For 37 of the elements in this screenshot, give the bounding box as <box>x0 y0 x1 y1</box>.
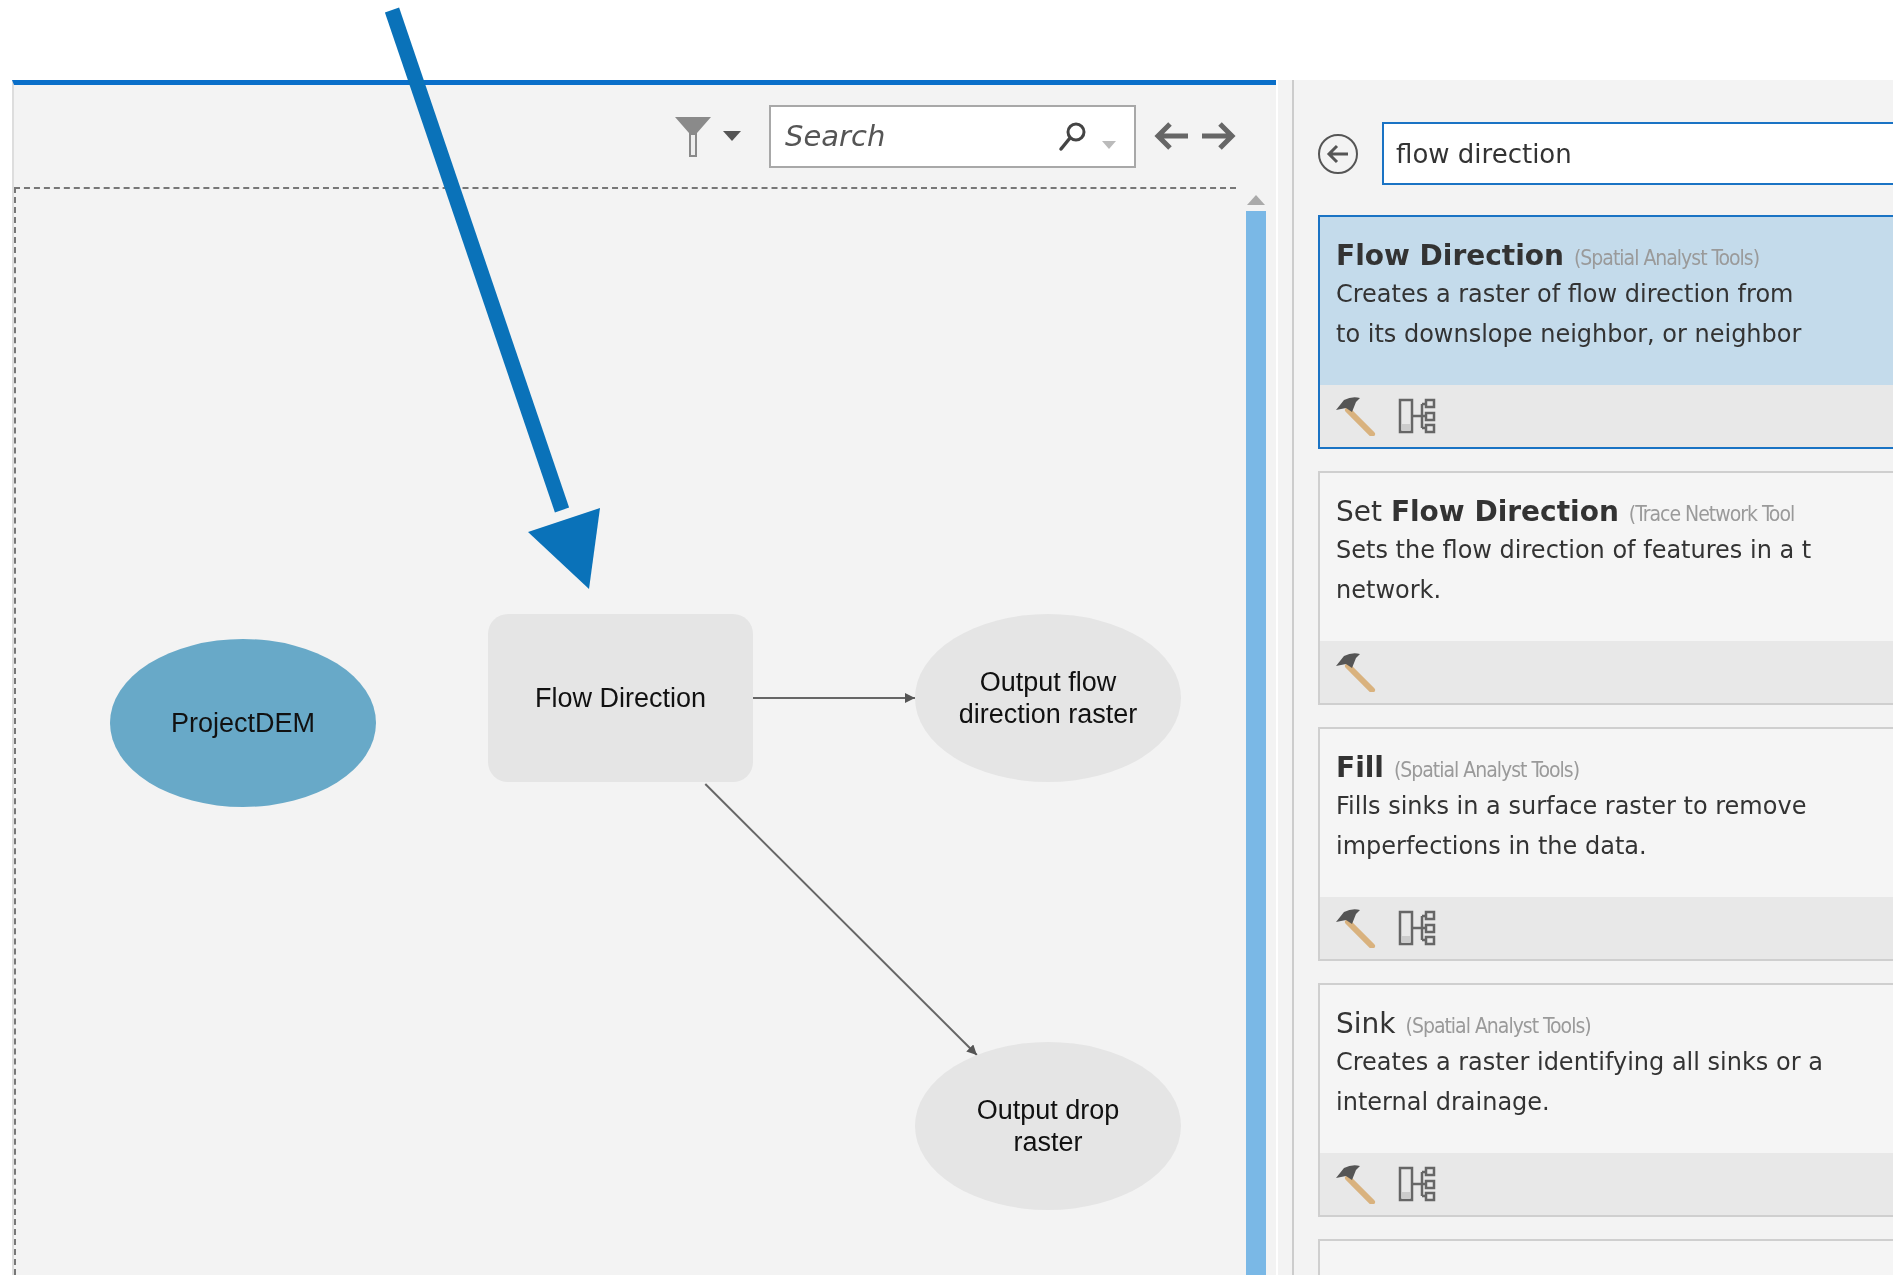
tool-description: Creates a raster identifying all sinks or a internal drainage. <box>1336 1047 1823 1118</box>
input-data-node: ProjectDEM <box>110 639 376 807</box>
back-button[interactable] <box>1154 121 1190 151</box>
tool-description: Creates a raster of flow direction from to its downslope neighbor, or neighbor <box>1336 279 1802 350</box>
hammer-icon <box>1334 652 1378 692</box>
search-field[interactable]: Search <box>769 104 1136 168</box>
tool-card[interactable]: Fill (Spatial Analyst Tools) Fills sinks in a surface raster to remove imperfections in the data. <box>1318 727 1893 961</box>
scrollbar[interactable] <box>1244 193 1268 1275</box>
forward-button[interactable] <box>1200 121 1236 151</box>
hammer-icon <box>1334 1164 1378 1204</box>
back-button[interactable] <box>1318 133 1358 174</box>
model-icon <box>1398 396 1438 436</box>
hammer-icon <box>1334 396 1378 436</box>
tool-card[interactable]: Sink (Spatial Analyst Tools) Creates a raster identifying all sinks or a internal drainage. <box>1318 983 1893 1217</box>
model-icon <box>1398 1164 1438 1204</box>
tool-category: (Spatial Analyst Tools) <box>1393 758 1580 782</box>
tool-title: Fill <box>1336 751 1384 784</box>
tool-category: (Spatial Analyst Tools) <box>1573 246 1760 270</box>
search-icon <box>1058 120 1088 153</box>
model-icon <box>1398 908 1438 948</box>
output-data-node: Output drop raster <box>915 1042 1181 1210</box>
search-field[interactable]: flow direction <box>1382 122 1893 185</box>
tool-category: (Spatial Analyst Tools) <box>1405 1014 1591 1038</box>
arrow-icon <box>1326 143 1350 164</box>
tool-title: Flow Direction <box>1336 239 1564 272</box>
tool-description: Fills sinks in a surface raster to remove imperfections in the data. <box>1336 791 1807 862</box>
tool-title: Set Flow Direction <box>1336 495 1619 528</box>
caret-icon <box>1102 140 1116 149</box>
dropdown-button[interactable] <box>723 131 741 141</box>
tool-title: Sink <box>1336 1007 1396 1040</box>
hammer-icon <box>1334 908 1378 948</box>
tool-card[interactable]: Flow Direction (Spatial Analyst Tools) Creates a raster of flow direction from to its downslope neighbor, or neighbor <box>1318 215 1893 449</box>
output-data-node: Output flow direction raster <box>915 614 1181 782</box>
tool-description: Sets the flow direction of features in a t network. <box>1336 535 1812 606</box>
tool-card[interactable]: Set Flow Direction (Trace Network Tool Sets the flow direction of features in a t network. <box>1318 471 1893 705</box>
tool-node: Flow Direction <box>488 614 753 782</box>
tool-category: (Trace Network Tool <box>1628 502 1795 526</box>
